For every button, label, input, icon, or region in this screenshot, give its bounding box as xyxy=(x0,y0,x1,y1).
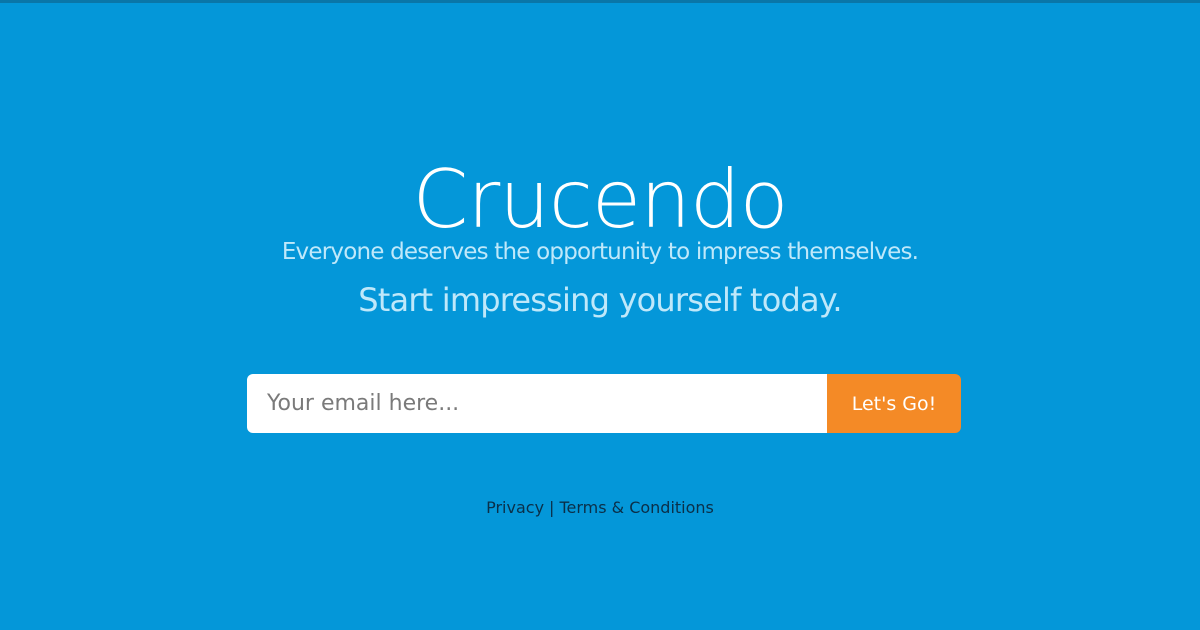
signup-form: Let's Go! xyxy=(247,374,961,433)
top-bar xyxy=(0,0,1200,3)
footer-links: Privacy | Terms & Conditions xyxy=(0,497,1200,519)
brand-title: Crucendo xyxy=(412,152,788,246)
tagline: Everyone deserves the opportunity to imp… xyxy=(281,239,919,265)
email-input[interactable] xyxy=(247,374,827,433)
terms-link[interactable]: Terms & Conditions xyxy=(559,498,713,517)
footer-separator: | xyxy=(549,498,555,517)
privacy-link[interactable]: Privacy xyxy=(486,498,544,517)
cta-line: Start impressing yourself today. xyxy=(358,281,842,319)
lets-go-button[interactable]: Let's Go! xyxy=(827,374,961,433)
